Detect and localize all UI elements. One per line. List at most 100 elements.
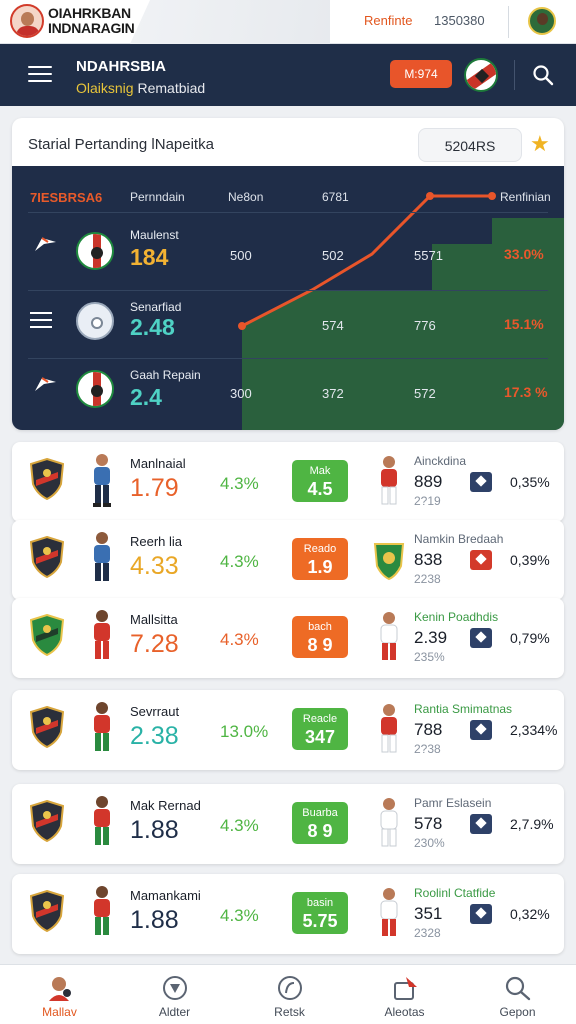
menu-icon[interactable] (28, 66, 52, 84)
standings-title: Starial Pertanding lNapeitka (28, 136, 214, 153)
top-number: 1350380 (434, 13, 485, 28)
bet-button[interactable]: bach 8 9 (292, 616, 348, 658)
match-pct: 13.0% (220, 722, 269, 741)
nav-subtitle: Olaiksnig Rematbiad (76, 80, 205, 96)
tab-players[interactable]: Mallav (2, 965, 117, 1024)
match-stats-icon[interactable] (470, 550, 492, 570)
bet-button-value: 8 9 (307, 821, 333, 841)
player-icon (381, 704, 397, 753)
board-header: 6781 (322, 190, 349, 204)
match-right-pct: 0,39% (510, 552, 550, 568)
match-card[interactable]: Mamankami 1.88 4.3% basin 5.75 Roolinl Ct… (12, 874, 564, 954)
brand-line-1: OIAHRKBAN (48, 5, 131, 21)
team-odd: 2.4 (130, 384, 162, 410)
bet-button-value: 4.5 (307, 479, 333, 499)
match-right-pct: 2,7.9% (510, 816, 554, 832)
bet-button-label: bach (308, 621, 332, 633)
bet-button[interactable]: Mak 4.5 (292, 460, 348, 502)
board-cell: 372 (322, 386, 344, 401)
board-cell: 574 (322, 318, 344, 333)
match-card[interactable]: Sevrraut 2.38 13.0% Reacle 347 Rantia Smi… (12, 690, 564, 770)
match-team-name: Reerh lia (130, 534, 183, 549)
opponent-sub: 235% (414, 650, 445, 664)
tab-matches[interactable]: Aldter (117, 965, 232, 1024)
brand-logo[interactable] (10, 4, 44, 38)
flag-icon[interactable] (32, 376, 58, 392)
board-header: Renfinian (500, 190, 551, 204)
flag-icon[interactable] (32, 236, 58, 252)
match-card[interactable]: Reerh lia 4.33 4.3% Reado 1.9 Namkin Bred… (12, 520, 564, 600)
top-link[interactable]: Renfinte (364, 13, 412, 28)
opponent-value: 838 (414, 550, 443, 569)
bet-button-value: 347 (304, 727, 336, 747)
player-icon (380, 612, 398, 660)
match-stats-icon[interactable] (470, 814, 492, 834)
nav-bar: NDAHRSBIA Olaiksnig Rematbiad M:974 (0, 44, 576, 106)
bet-button[interactable]: basin 5.75 (292, 892, 348, 934)
board-cell: 502 (322, 248, 344, 263)
list-icon[interactable] (30, 312, 52, 328)
match-card[interactable]: Mallsitta 7.28 4.3% bach 8 9 Kenin Poadhd… (12, 598, 564, 678)
tab-results[interactable]: Retsk (232, 965, 347, 1024)
tab-label: Aleotas (384, 1005, 425, 1019)
match-stats-icon[interactable] (470, 720, 492, 740)
board-header: Ne8on (228, 190, 264, 204)
match-stats-icon[interactable] (470, 904, 492, 924)
match-stats-icon[interactable] (470, 472, 492, 492)
tab-label: Gepon (499, 1005, 536, 1019)
team-odd: 184 (130, 244, 169, 270)
match-team-name: Mak Rernad (130, 798, 201, 813)
player-icon (94, 702, 110, 751)
tab-label: Aldter (158, 1005, 191, 1019)
match-pct: 4.3% (220, 552, 259, 571)
trend-point (488, 192, 496, 200)
bet-button-value: 5.75 (302, 911, 338, 931)
search-icon[interactable] (532, 64, 554, 86)
bet-button[interactable]: Reacle 347 (292, 708, 348, 750)
row-divider (28, 290, 548, 291)
match-right-pct: 0,35% (510, 474, 550, 490)
match-pct: 4.3% (220, 816, 259, 835)
board-pct: 33.0% (504, 246, 544, 262)
divider (508, 6, 509, 38)
match-pct: 4.3% (220, 630, 259, 649)
match-odd: 4.33 (130, 552, 179, 580)
standings-card: Starial Pertanding lNapeitka 5204RS ★ 7I… (12, 118, 564, 430)
opponent-name: Pamr Eslasein (414, 796, 492, 810)
alerts-icon (394, 977, 417, 1000)
player-icon (94, 532, 110, 581)
bet-button-label: Reacle (302, 713, 338, 725)
match-card[interactable]: Mak Rernad 1.88 4.3% Buarba 8 9 Pamr Esla… (12, 784, 564, 864)
team-crest (76, 302, 114, 340)
match-odd: 1.88 (130, 816, 179, 844)
board-cell: 500 (230, 248, 252, 263)
match-card[interactable]: Manlnaial 1.79 4.3% Mak 4.5 Ainckdina 889… (12, 442, 564, 522)
board-cell: 776 (414, 318, 436, 333)
bet-button[interactable]: Buarba 8 9 (292, 802, 348, 844)
team-shield-icon (30, 800, 64, 842)
trend-point (238, 322, 246, 330)
user-avatar[interactable] (528, 7, 556, 35)
tab-search[interactable]: Gepon (460, 965, 575, 1024)
bet-button[interactable]: Reado 1.9 (292, 538, 348, 580)
opponent-value: 788 (414, 720, 443, 739)
match-team-name: Sevrraut (130, 704, 180, 719)
board-pct: 17.3 % (504, 384, 548, 400)
opponent-name: Kenin Poadhdis (414, 610, 499, 624)
match-pct: 4.3% (220, 474, 259, 493)
nav-title: NDAHRSBIA (76, 58, 166, 75)
team-shield-icon (30, 614, 64, 656)
team-crest (76, 370, 114, 408)
standings-pill[interactable]: 5204RS (418, 128, 522, 162)
opponent-sub: 2?19 (414, 494, 441, 508)
team-shield-icon (30, 536, 64, 578)
opponent-name: Rantia Smimatnas (414, 702, 513, 716)
team-flag-icon[interactable] (464, 58, 498, 92)
trend-point (426, 192, 434, 200)
board-pct: 15.1% (504, 316, 544, 332)
tab-alerts[interactable]: Aleotas (347, 965, 462, 1024)
match-stats-icon[interactable] (470, 628, 492, 648)
team-shield-icon (30, 890, 64, 932)
star-icon[interactable]: ★ (530, 132, 550, 156)
nav-badge-button[interactable]: M:974 (390, 60, 452, 88)
